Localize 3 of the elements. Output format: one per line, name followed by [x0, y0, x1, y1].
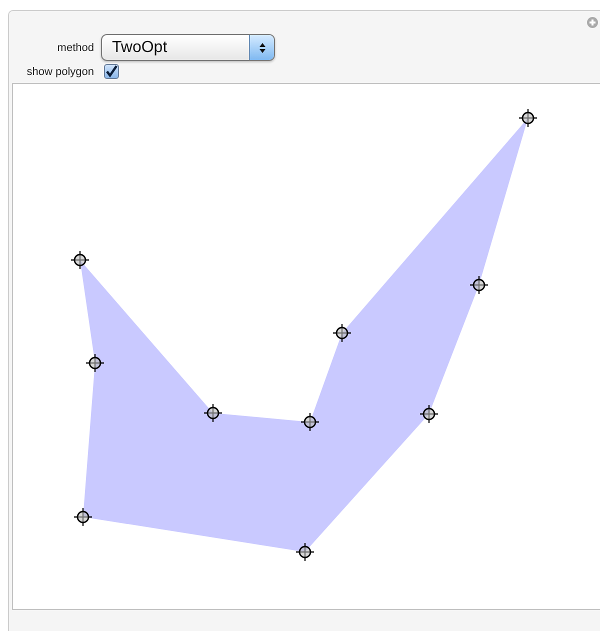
- method-dropdown[interactable]: TwoOpt: [101, 34, 275, 61]
- method-label: method: [57, 42, 94, 54]
- show-polygon-label: show polygon: [26, 66, 94, 78]
